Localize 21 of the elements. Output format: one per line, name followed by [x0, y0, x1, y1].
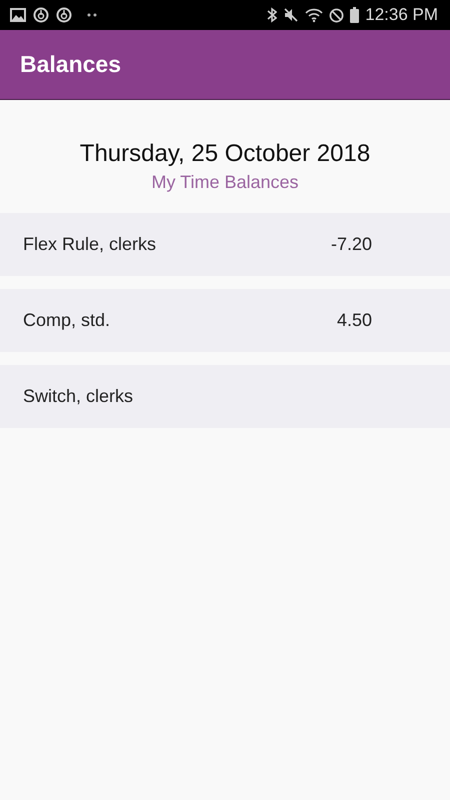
subtitle: My Time Balances: [151, 172, 299, 193]
balance-name: Comp, std.: [23, 310, 110, 331]
battery-icon: [350, 7, 360, 23]
balance-row[interactable]: Comp, std. 4.50: [0, 289, 450, 352]
mute-icon: [283, 7, 300, 23]
app-title: Balances: [20, 51, 122, 78]
clock-time: 12:36 PM: [365, 5, 438, 25]
balance-row[interactable]: Switch, clerks: [0, 365, 450, 428]
balance-value: -7.20: [330, 234, 372, 255]
blocked-icon: [329, 8, 344, 22]
wifi-icon: [305, 7, 324, 23]
bluetooth-icon: [267, 7, 278, 23]
power-circle-icon: [56, 7, 72, 23]
balance-value: 4.50: [336, 310, 372, 331]
more-dots-icon: [87, 13, 97, 17]
image-icon: [10, 8, 26, 22]
power-circle-icon: [33, 7, 49, 23]
balance-row[interactable]: Flex Rule, clerks -7.20: [0, 213, 450, 276]
date-heading: Thursday, 25 October 2018: [80, 140, 370, 168]
balance-name: Switch, clerks: [23, 386, 134, 407]
balance-name: Flex Rule, clerks: [23, 234, 156, 255]
